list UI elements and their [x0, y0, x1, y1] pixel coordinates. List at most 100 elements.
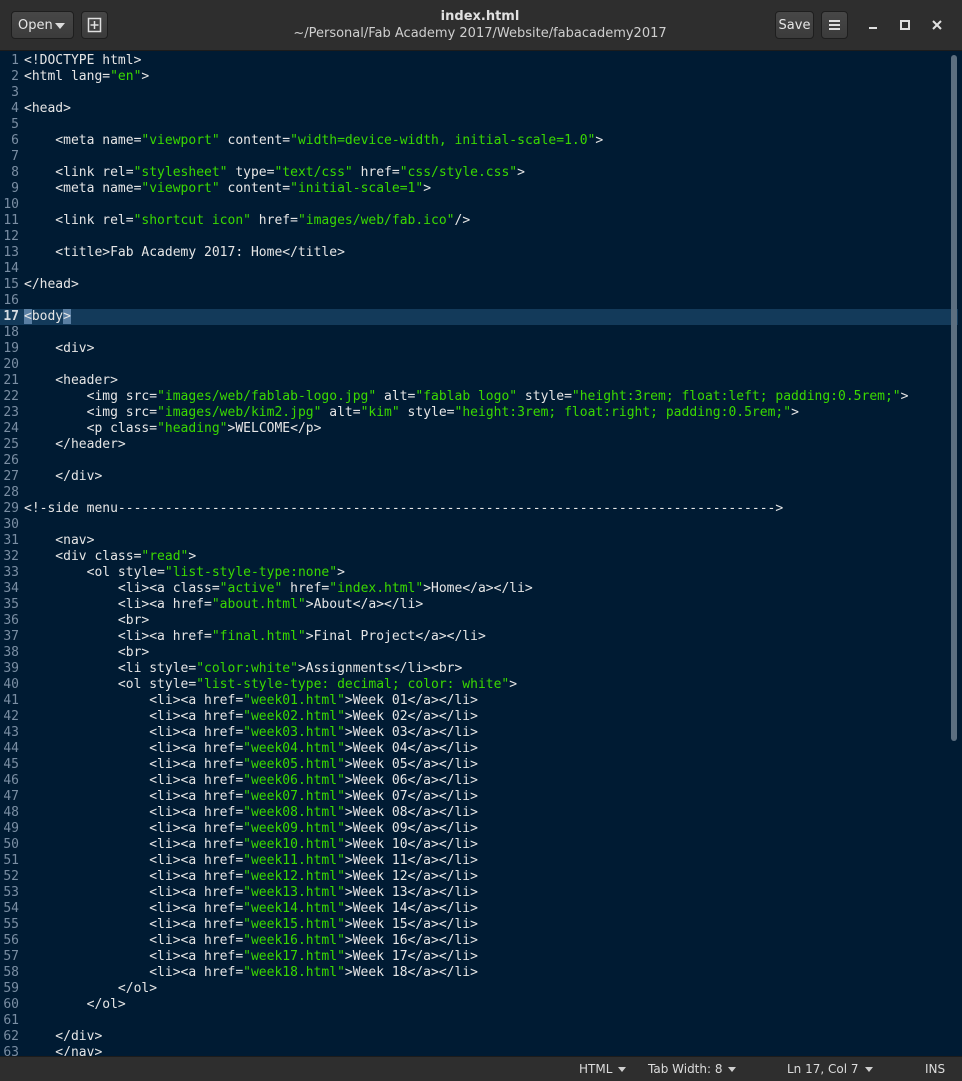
code-line[interactable]: 41 <li><a href="week01.html">Week 01</a>… [0, 693, 958, 709]
code-line[interactable]: 42 <li><a href="week02.html">Week 02</a>… [0, 709, 958, 725]
cursor-position[interactable]: Ln 17, Col 7 [787, 1057, 873, 1081]
new-document-button[interactable] [81, 11, 108, 39]
code-token: >Week 01</a></li> [344, 693, 478, 708]
code-line[interactable]: 62 </div> [0, 1029, 958, 1045]
code-line[interactable]: 10 [0, 197, 958, 213]
code-line[interactable]: 18 [0, 325, 958, 341]
code-line[interactable]: 13 <title>Fab Academy 2017: Home</title> [0, 245, 958, 261]
code-line[interactable]: 39 <li style="color:white">Assignments</… [0, 661, 958, 677]
code-line[interactable]: 29 <!-side menu--------------------------… [0, 501, 958, 517]
minimize-icon[interactable] [862, 14, 884, 36]
code-line[interactable]: 2 <html lang="en"> [0, 69, 958, 85]
code-line[interactable]: 55 <li><a href="week15.html">Week 15</a>… [0, 917, 958, 933]
code-token: <li><a href= [24, 917, 244, 932]
code-line[interactable]: 5 [0, 117, 958, 133]
code-line[interactable]: 54 <li><a href="week14.html">Week 14</a>… [0, 901, 958, 917]
code-line[interactable]: 3 [0, 85, 958, 101]
code-line[interactable]: 4 <head> [0, 101, 958, 117]
save-button[interactable]: Save [775, 11, 814, 39]
code-editor[interactable]: 1 <!DOCTYPE html> 2 <html lang="en"> 3 4 <head… [0, 51, 962, 1056]
code-text: <link rel="shortcut icon" href="images/w… [24, 213, 470, 229]
tab-width-selector[interactable]: Tab Width: 8 [648, 1057, 737, 1081]
code-token: >Week 04</a></li> [344, 741, 478, 756]
code-text: <li><a href="week18.html">Week 18</a></l… [24, 965, 478, 981]
code-line[interactable]: 24 <p class="heading">WELCOME</p> [0, 421, 958, 437]
code-line[interactable]: 45 <li><a href="week05.html">Week 05</a>… [0, 757, 958, 773]
code-line[interactable]: 49 <li><a href="week09.html">Week 09</a>… [0, 821, 958, 837]
code-line[interactable]: 47 <li><a href="week07.html">Week 07</a>… [0, 789, 958, 805]
code-line[interactable]: 34 <li><a class="active" href="index.htm… [0, 581, 958, 597]
code-line[interactable]: 8 <link rel="stylesheet" type="text/css"… [0, 165, 958, 181]
code-line[interactable]: 19 <div> [0, 341, 958, 357]
line-number: 10 [3, 197, 19, 212]
vertical-scrollbar[interactable] [951, 55, 957, 741]
code-line[interactable]: 53 <li><a href="week13.html">Week 13</a>… [0, 885, 958, 901]
code-line[interactable]: 22 <img src="images/web/fablab-logo.jpg"… [0, 389, 958, 405]
code-line[interactable]: 7 [0, 149, 958, 165]
code-line[interactable]: 48 <li><a href="week08.html">Week 08</a>… [0, 805, 958, 821]
code-line[interactable]: 46 <li><a href="week06.html">Week 06</a>… [0, 773, 958, 789]
string-token: "color:white" [196, 661, 298, 676]
code-line[interactable]: 11 <link rel="shortcut icon" href="image… [0, 213, 958, 229]
code-line[interactable]: 6 <meta name="viewport" content="width=d… [0, 133, 958, 149]
code-text: <div> [24, 341, 94, 357]
code-line[interactable]: 59 </ol> [0, 981, 958, 997]
line-number: 54 [3, 901, 19, 916]
string-token: "height:3rem; float:right; padding:0.5re… [454, 405, 792, 420]
code-line[interactable]: 30 [0, 517, 958, 533]
code-line[interactable]: 1 <!DOCTYPE html> [0, 53, 958, 69]
language-selector[interactable]: HTML [579, 1057, 627, 1081]
code-line[interactable]: 14 [0, 261, 958, 277]
code-line[interactable]: 60 </ol> [0, 997, 958, 1013]
line-number: 39 [3, 661, 19, 676]
code-line[interactable]: 17 <body> [0, 309, 958, 325]
code-line[interactable]: 9 <meta name="viewport" content="initial… [0, 181, 958, 197]
code-line[interactable]: 36 <br> [0, 613, 958, 629]
new-document-icon [87, 17, 102, 33]
code-line[interactable]: 63 </nav> [0, 1045, 958, 1056]
string-token: "week01.html" [243, 693, 345, 708]
insert-mode[interactable]: INS [925, 1057, 945, 1081]
code-line[interactable]: 43 <li><a href="week03.html">Week 03</a>… [0, 725, 958, 741]
code-line[interactable]: 12 [0, 229, 958, 245]
selected-token: < [24, 309, 32, 324]
code-line[interactable]: 35 <li><a href="about.html">About</a></l… [0, 597, 958, 613]
code-line[interactable]: 21 <header> [0, 373, 958, 389]
line-number: 24 [3, 421, 19, 436]
code-line[interactable]: 20 [0, 357, 958, 373]
code-line[interactable]: 33 <ol style="list-style-type:none"> [0, 565, 958, 581]
code-line[interactable]: 57 <li><a href="week17.html">Week 17</a>… [0, 949, 958, 965]
code-line[interactable]: 44 <li><a href="week04.html">Week 04</a>… [0, 741, 958, 757]
code-text: </nav> [24, 1045, 102, 1056]
code-line[interactable]: 50 <li><a href="week10.html">Week 10</a>… [0, 837, 958, 853]
code-token: <li><a href= [24, 869, 244, 884]
code-line[interactable]: 52 <li><a href="week12.html">Week 12</a>… [0, 869, 958, 885]
code-line[interactable]: 58 <li><a href="week18.html">Week 18</a>… [0, 965, 958, 981]
code-token: <!-side menu----------------------------… [24, 501, 784, 516]
close-icon[interactable] [926, 14, 948, 36]
code-token: <html lang= [24, 69, 111, 84]
code-line[interactable]: 37 <li><a href="final.html">Final Projec… [0, 629, 958, 645]
code-line[interactable]: 51 <li><a href="week11.html">Week 11</a>… [0, 853, 958, 869]
line-number: 3 [11, 85, 19, 100]
code-line[interactable]: 15 </head> [0, 277, 958, 293]
code-line[interactable]: 16 [0, 293, 958, 309]
menu-button[interactable] [821, 11, 848, 39]
code-token: >WELCOME</p> [227, 421, 322, 436]
string-token: "list-style-type: decimal; color: white" [196, 677, 510, 692]
code-line[interactable]: 40 <ol style="list-style-type: decimal; … [0, 677, 958, 693]
code-line[interactable]: 25 </header> [0, 437, 958, 453]
code-line[interactable]: 23 <img src="images/web/kim2.jpg" alt="k… [0, 405, 958, 421]
string-token: "week08.html" [243, 805, 345, 820]
code-line[interactable]: 56 <li><a href="week16.html">Week 16</a>… [0, 933, 958, 949]
code-line[interactable]: 38 <br> [0, 645, 958, 661]
code-line[interactable]: 26 [0, 453, 958, 469]
code-token: >Week 07</a></li> [344, 789, 478, 804]
code-line[interactable]: 32 <div class="read"> [0, 549, 958, 565]
maximize-icon[interactable] [894, 14, 916, 36]
open-button[interactable]: Open [11, 11, 74, 39]
code-line[interactable]: 31 <nav> [0, 533, 958, 549]
code-line[interactable]: 28 [0, 485, 958, 501]
code-line[interactable]: 27 </div> [0, 469, 958, 485]
code-line[interactable]: 61 [0, 1013, 958, 1029]
